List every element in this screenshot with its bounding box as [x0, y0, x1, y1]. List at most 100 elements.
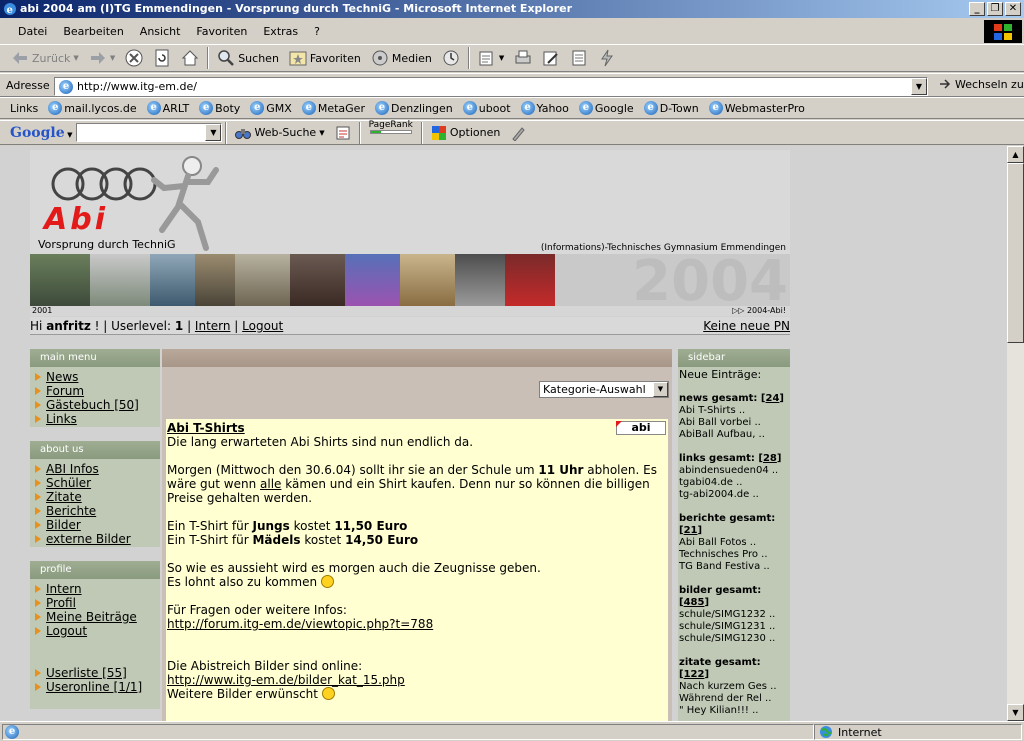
sidebar-entry[interactable]: schule/SIMG1232 ..	[679, 609, 790, 621]
messenger-button[interactable]	[593, 46, 621, 70]
sidebar-entry[interactable]: abindensueden04 ..	[679, 465, 790, 477]
link-denzlingen[interactable]: e Denzlingen	[374, 101, 453, 115]
sidebar-entry[interactable]: Während der Rel ..	[679, 693, 790, 705]
back-button[interactable]: Zurück ▼	[6, 46, 84, 70]
link-metager[interactable]: e MetaGer	[301, 101, 365, 115]
scroll-thumb[interactable]	[1007, 163, 1024, 343]
refresh-button[interactable]	[148, 46, 176, 70]
web-search-button[interactable]: Web-Suche ▼	[230, 121, 329, 145]
link-boty[interactable]: e Boty	[199, 101, 240, 115]
highlight-button[interactable]	[505, 121, 531, 145]
mail-dropdown-icon[interactable]: ▼	[499, 54, 504, 62]
link-arlt[interactable]: e ARLT	[146, 101, 189, 115]
web-search-dropdown-icon[interactable]: ▼	[319, 129, 324, 137]
go-button[interactable]: Wechseln zu	[938, 77, 1024, 91]
home-button[interactable]	[176, 46, 204, 70]
sidebar-entry[interactable]: schule/SIMG1231 ..	[679, 621, 790, 633]
nav-news[interactable]: News	[46, 370, 78, 384]
restore-button[interactable]: ❐	[987, 2, 1003, 16]
sidebar-count-link[interactable]: 24	[765, 393, 779, 404]
news-button[interactable]	[330, 121, 356, 145]
pagerank-indicator[interactable]: PageRank	[364, 120, 418, 145]
nav-intern[interactable]: Intern	[46, 582, 82, 596]
link-google[interactable]: e Google	[578, 101, 634, 115]
forum-topic-link[interactable]: http://forum.itg-em.de/viewtopic.php?t=7…	[167, 617, 433, 631]
scroll-up-arrow-icon[interactable]: ▲	[1007, 146, 1024, 163]
mail-button[interactable]: ▼	[473, 46, 509, 70]
close-button[interactable]: ✕	[1005, 2, 1021, 16]
sidebar-entry[interactable]: Abi Ball Fotos ..	[679, 537, 790, 549]
menu-extras[interactable]: Extras	[255, 25, 306, 38]
logout-link[interactable]: Logout	[242, 319, 283, 333]
sidebar-count-link[interactable]: 21	[684, 525, 698, 536]
sidebar-entry[interactable]: Abi T-Shirts ..	[679, 405, 790, 417]
search-button[interactable]: Suchen	[212, 46, 284, 70]
menu-datei[interactable]: Datei	[10, 25, 55, 38]
nav-userliste[interactable]: Userliste [55]	[46, 666, 127, 680]
category-select[interactable]: Kategorie-Auswahl ▼	[539, 381, 669, 398]
google-brand[interactable]: Google ▼	[10, 125, 72, 141]
vertical-scrollbar[interactable]: ▲ ▼	[1007, 146, 1024, 721]
menu-favoriten[interactable]: Favoriten	[188, 25, 255, 38]
nav-berichte[interactable]: Berichte	[46, 504, 96, 518]
nav-logout[interactable]: Logout	[46, 624, 87, 638]
forward-button[interactable]: ▼	[84, 46, 120, 70]
nav-schueler[interactable]: Schüler	[46, 476, 91, 490]
sidebar-entry[interactable]: Nach kurzem Ges ..	[679, 681, 790, 693]
category-dropdown-icon[interactable]: ▼	[653, 382, 668, 397]
sidebar-entry[interactable]: tgabi04.de ..	[679, 477, 790, 489]
sidebar-entry[interactable]: Abi Ball vorbei ..	[679, 417, 790, 429]
pagerank-bar	[369, 129, 412, 134]
nav-guestbook[interactable]: Gästebuch [50]	[46, 398, 139, 412]
link-gmx[interactable]: e GMX	[250, 101, 292, 115]
pictures-link[interactable]: http://www.itg-em.de/bilder_kat_15.php	[167, 673, 405, 687]
private-messages-link[interactable]: Keine neue PN	[703, 317, 790, 335]
intern-link[interactable]: Intern	[195, 319, 231, 333]
edit-button[interactable]	[537, 46, 565, 70]
nav-abi-infos[interactable]: ABI Infos	[46, 462, 99, 476]
sidebar: sidebar Neue Einträge: news gesamt: [24]…	[678, 349, 790, 721]
link-webmasterpro[interactable]: e WebmasterPro	[708, 101, 805, 115]
history-button[interactable]	[437, 46, 465, 70]
link-uboot[interactable]: e uboot	[462, 101, 511, 115]
link-mail-lycos[interactable]: e mail.lycos.de	[48, 101, 137, 115]
sidebar-entry[interactable]: TG Band Festiva ..	[679, 561, 790, 573]
link-d-town[interactable]: e D-Town	[643, 101, 699, 115]
nav-forum[interactable]: Forum	[46, 384, 84, 398]
stop-button[interactable]	[120, 46, 148, 70]
nav-profil[interactable]: Profil	[46, 596, 76, 610]
google-search-dropdown-icon[interactable]: ▼	[205, 124, 222, 141]
minimize-button[interactable]: _	[969, 2, 985, 16]
print-button[interactable]	[509, 46, 537, 70]
nav-bilder[interactable]: Bilder	[46, 518, 81, 532]
sidebar-count-link[interactable]: 28	[763, 453, 777, 464]
back-dropdown-icon[interactable]: ▼	[73, 54, 78, 62]
sidebar-entry[interactable]: schule/SIMG1230 ..	[679, 633, 790, 645]
media-button[interactable]: Medien	[366, 46, 437, 70]
nav-meine-beitraege[interactable]: Meine Beiträge	[46, 610, 137, 624]
menu-ansicht[interactable]: Ansicht	[132, 25, 189, 38]
forward-dropdown-icon[interactable]: ▼	[110, 54, 115, 62]
nav-externe-bilder[interactable]: externe Bilder	[46, 532, 131, 546]
sidebar-count-link[interactable]: 485	[684, 597, 705, 608]
discuss-button[interactable]	[565, 46, 593, 70]
sidebar-entry[interactable]: " Hey Kilian!!! ..	[679, 705, 790, 717]
menu-bearbeiten[interactable]: Bearbeiten	[55, 25, 131, 38]
menu-help[interactable]: ?	[306, 25, 328, 38]
nav-useronline[interactable]: Useronline [1/1]	[46, 680, 142, 694]
favorites-button[interactable]: Favoriten	[284, 46, 366, 70]
address-dropdown-icon[interactable]: ▼	[911, 78, 927, 95]
sidebar-count-link[interactable]: 122	[684, 669, 705, 680]
google-search-input[interactable]: ▼	[76, 123, 223, 142]
nav-links[interactable]: Links	[46, 412, 77, 426]
refresh-icon	[155, 49, 169, 67]
sidebar-entry[interactable]: Technisches Pro ..	[679, 549, 790, 561]
nav-zitate[interactable]: Zitate	[46, 490, 82, 504]
sidebar-entry[interactable]: AbiBall Aufbau, ..	[679, 429, 790, 441]
options-button[interactable]: Optionen	[426, 121, 505, 145]
sidebar-entry[interactable]: tg-abi2004.de ..	[679, 489, 790, 501]
post-title[interactable]: Abi T-Shirts	[167, 421, 668, 435]
link-yahoo[interactable]: e Yahoo	[520, 101, 569, 115]
address-input[interactable]: e http://www.itg-em.de/ ▼	[54, 77, 928, 96]
scroll-down-arrow-icon[interactable]: ▼	[1007, 704, 1024, 721]
